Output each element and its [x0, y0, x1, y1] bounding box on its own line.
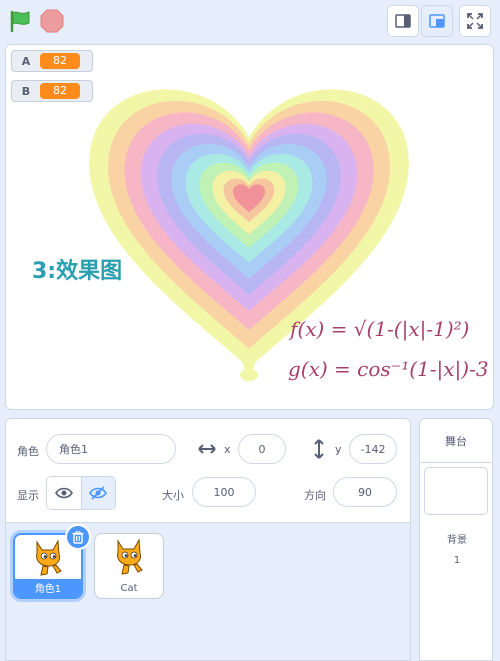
top-toolbar [0, 0, 500, 44]
show-label: 显示 [17, 489, 39, 502]
stage-selector-panel[interactable]: 舞台 背景 1 [419, 418, 493, 661]
hide-button[interactable] [80, 477, 115, 509]
formula-g: g(x) = cos⁻¹(1-|x|)-3 [288, 357, 489, 381]
x-input[interactable]: 0 [238, 434, 286, 464]
sprite-info: 角色 角色1 x 0 y -142 显示 大小 100 方向 90 [6, 419, 410, 523]
sprite-tile-cat[interactable]: Cat [94, 533, 164, 599]
size-input[interactable]: 100 [192, 477, 256, 507]
stage-panel-title: 舞台 [420, 419, 492, 463]
stop-icon[interactable] [40, 9, 64, 33]
monitor-value: 82 [40, 53, 80, 69]
direction-input[interactable]: 90 [333, 477, 397, 507]
normal-stage-icon [429, 14, 445, 28]
sprite-label: 角色 [17, 445, 39, 458]
y-label: y [335, 443, 342, 456]
stage-canvas[interactable]: A 82 B 82 3:效果图 f(x) = √(1-(|x|-1)²) g(x… [5, 44, 494, 410]
backdrops-label: 背景 [447, 535, 467, 546]
formula-f: f(x) = √(1-(|x|-1)²) [290, 317, 470, 341]
backdrops-count: 1 [453, 555, 461, 566]
show-button[interactable] [47, 477, 81, 509]
y-input[interactable]: -142 [349, 434, 397, 464]
normal-stage-button[interactable] [421, 5, 453, 37]
sprite-tile-name: 角色1 [15, 579, 81, 597]
monitor-name: B [21, 84, 31, 98]
visibility-toggle [46, 476, 116, 510]
stage-thumbnail[interactable] [424, 467, 488, 515]
annotation-title: 3:效果图 [32, 259, 123, 284]
sprite-name-input[interactable]: 角色1 [46, 434, 176, 464]
fullscreen-icon [467, 13, 483, 29]
size-label: 大小 [162, 489, 184, 502]
y-arrow-icon [314, 439, 324, 459]
small-stage-button[interactable] [387, 5, 419, 37]
variable-monitor-b: B 82 [11, 80, 93, 102]
delete-sprite-button[interactable] [65, 524, 91, 550]
variable-monitor-a: A 82 [11, 50, 93, 72]
direction-label: 方向 [304, 489, 326, 502]
cat-sprite-icon [95, 534, 163, 578]
eye-icon [54, 487, 73, 499]
green-flag-icon[interactable] [9, 10, 33, 32]
fullscreen-button[interactable] [459, 5, 491, 37]
eye-slash-icon [89, 486, 108, 500]
small-stage-icon [395, 14, 411, 28]
sprite-tile-name: Cat [120, 583, 138, 594]
monitor-value: 82 [40, 83, 80, 99]
x-arrow-icon [198, 444, 216, 454]
trash-icon [72, 530, 84, 544]
monitor-name: A [21, 54, 31, 68]
x-label: x [224, 443, 231, 456]
